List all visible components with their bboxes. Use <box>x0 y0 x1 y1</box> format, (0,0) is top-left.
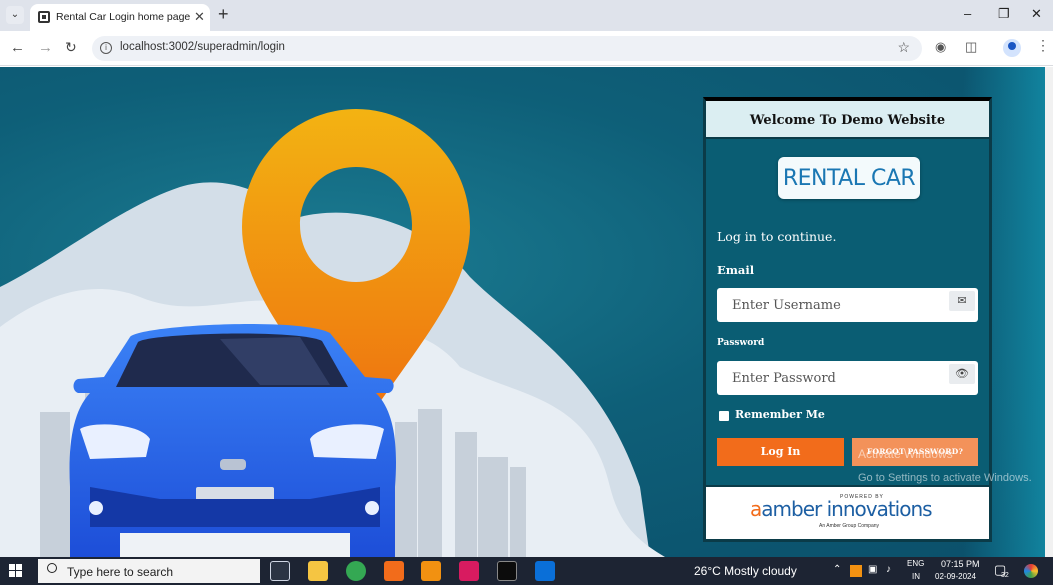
username-input[interactable] <box>717 288 945 322</box>
close-window-button[interactable]: ✕ <box>1031 6 1042 22</box>
browser-tab-bar: ⌄ Rental Car Login home page ✕ + – ❐ ✕ <box>0 0 1053 31</box>
network-icon[interactable]: ▣ <box>868 564 877 575</box>
password-label: Password <box>717 338 765 348</box>
password-field: 👁 <box>717 361 978 395</box>
rental-car-logo: RENTAL CAR <box>778 157 920 199</box>
envelope-icon: ✉ <box>949 291 975 311</box>
taskbar-search-placeholder: Type here to search <box>67 565 174 579</box>
language-indicator[interactable]: ENG <box>907 559 924 568</box>
logo-text: RENTAL CAR <box>782 166 916 191</box>
email-label: Email <box>717 263 755 277</box>
login-button[interactable]: Log In <box>717 438 844 466</box>
email-field: ✉ <box>717 288 978 322</box>
address-bar[interactable]: i localhost:3002/superadmin/login ☆ <box>92 36 922 61</box>
remember-me-checkbox[interactable] <box>719 411 729 421</box>
file-explorer-icon[interactable] <box>308 561 328 581</box>
welcome-heading: Welcome To Demo Website <box>749 113 946 128</box>
url-text: localhost:3002/superadmin/login <box>120 41 285 53</box>
new-tab-button[interactable]: + <box>218 4 229 25</box>
password-input[interactable] <box>717 361 945 395</box>
activate-windows-subtitle: Go to Settings to activate Windows. <box>858 472 1032 484</box>
windows-start-icon[interactable] <box>9 564 23 578</box>
close-tab-icon[interactable]: ✕ <box>194 9 205 25</box>
terminal-icon[interactable] <box>497 561 517 581</box>
browser-toolbar: ← → ↻ i localhost:3002/superadmin/login … <box>0 31 1053 66</box>
tray-chevron-icon[interactable]: ⌃ <box>833 564 841 575</box>
volume-icon[interactable]: ♪ <box>886 564 891 575</box>
profile-avatar-icon[interactable] <box>1003 39 1021 57</box>
restore-button[interactable]: ❐ <box>998 6 1010 22</box>
reload-button[interactable]: ↻ <box>65 39 77 56</box>
forward-button[interactable]: → <box>38 39 53 56</box>
postman-icon[interactable] <box>384 561 404 581</box>
skype-icon[interactable] <box>459 561 479 581</box>
copilot-icon[interactable] <box>1024 564 1038 578</box>
xampp-tray-icon[interactable] <box>850 565 862 577</box>
brand-subtitle: An Amber Group Company <box>819 523 880 529</box>
activate-windows-title: Activate Windows <box>858 447 953 461</box>
minimize-button[interactable]: – <box>964 6 971 21</box>
page-scrollbar[interactable] <box>1045 67 1053 557</box>
eye-icon[interactable]: 👁 <box>949 364 975 384</box>
tab-search-button[interactable]: ⌄ <box>6 6 24 24</box>
xampp-icon[interactable] <box>421 561 441 581</box>
extensions-icon[interactable]: ◫ <box>965 39 977 55</box>
bookmark-star-icon[interactable]: ☆ <box>897 39 910 56</box>
site-info-icon[interactable]: i <box>100 42 112 54</box>
amber-innovations-logo: aamber innovations <box>750 497 933 521</box>
notification-count: 32 <box>1001 572 1009 579</box>
more-menu-icon[interactable]: ⋮ <box>1036 37 1050 54</box>
vscode-icon[interactable] <box>535 561 555 581</box>
tab-title: Rental Car Login home page <box>56 11 191 23</box>
hero-illustration <box>0 109 665 557</box>
clock-time[interactable]: 07:15 PM <box>941 559 980 569</box>
car-illustration <box>69 324 397 557</box>
back-button[interactable]: ← <box>10 39 25 56</box>
page-favicon-icon <box>38 11 50 23</box>
clock-date[interactable]: 02-09-2024 <box>935 572 976 581</box>
taskbar-search-box[interactable]: Type here to search <box>38 559 260 583</box>
camera-icon[interactable]: ◉ <box>935 39 946 55</box>
login-prompt: Log in to continue. <box>717 229 837 244</box>
search-icon <box>47 563 57 573</box>
remember-me-label: Remember Me <box>735 408 825 421</box>
weather-widget[interactable]: 26°C Mostly cloudy <box>694 564 797 578</box>
chrome-icon[interactable] <box>346 561 366 581</box>
brand-name: amber innovations <box>761 497 932 521</box>
language-region: IN <box>912 572 920 581</box>
card-footer: POWERED BY aamber innovations An Amber G… <box>706 485 989 539</box>
browser-tab[interactable]: Rental Car Login home page ✕ <box>30 4 210 31</box>
task-view-icon[interactable] <box>270 561 290 581</box>
card-header: Welcome To Demo Website <box>706 101 989 139</box>
brand-initial: a <box>750 497 762 521</box>
windows-taskbar: Type here to search 26°C Mostly cloudy ⌃… <box>0 557 1053 585</box>
